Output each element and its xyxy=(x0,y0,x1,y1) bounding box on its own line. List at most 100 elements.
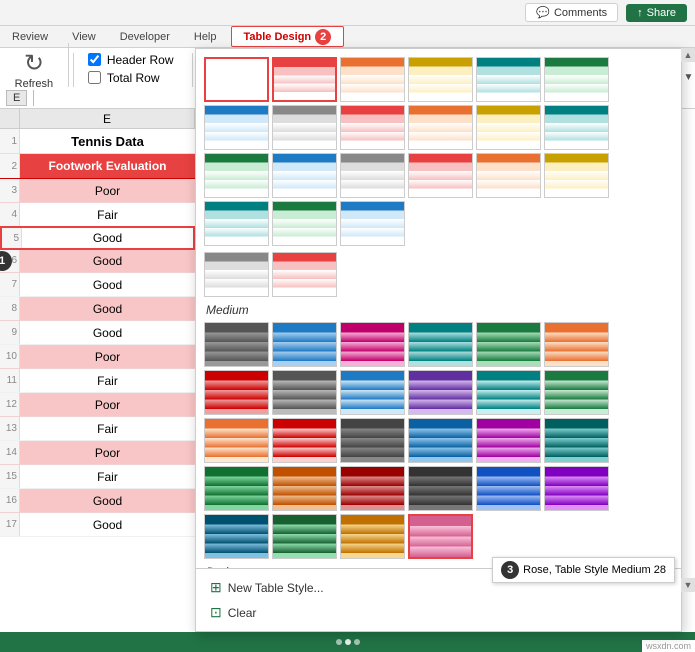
row-good-6-cell[interactable]: Good xyxy=(20,513,195,536)
style-thumb-med-red-3[interactable] xyxy=(340,466,405,511)
style-thumb-med-purple-2[interactable] xyxy=(408,370,473,415)
style-thumb-med-orange-3[interactable] xyxy=(272,466,337,511)
style-thumb-light-teal-2[interactable] xyxy=(544,105,609,150)
style-thumb-light-red-1[interactable] xyxy=(272,57,337,102)
data-row-good-selected[interactable]: 5 Good xyxy=(0,226,195,250)
style-thumb-med-orange-1[interactable] xyxy=(544,322,609,367)
row-good-badge-cell[interactable]: Good 1 xyxy=(20,249,195,272)
style-thumb-light-red-2[interactable] xyxy=(340,105,405,150)
style-thumb-med-blue-1[interactable] xyxy=(272,322,337,367)
style-thumb-light-blue-3[interactable] xyxy=(340,201,405,246)
style-thumb-med-teal-3[interactable] xyxy=(544,418,609,463)
style-thumb-light-blue-1[interactable] xyxy=(204,105,269,150)
chevron-down-icon: ▼ xyxy=(684,580,693,590)
status-bar xyxy=(0,632,695,652)
style-tooltip: 3 Rose, Table Style Medium 28 xyxy=(492,557,675,583)
style-thumb-light-yellow-2[interactable] xyxy=(476,105,541,150)
clear-action[interactable]: ⊡ Clear xyxy=(204,600,673,625)
header-row-checkbox-label[interactable]: Header Row xyxy=(88,53,182,67)
style-thumb-light-yellow-3[interactable] xyxy=(544,153,609,198)
share-button[interactable]: ↑ Share xyxy=(626,4,687,22)
scroll-up-arrow[interactable]: ▲ xyxy=(681,48,695,62)
style-thumb-med-blue-3[interactable] xyxy=(408,418,473,463)
comments-label: Comments xyxy=(554,7,607,19)
data-row-fair-3: 13 Fair xyxy=(0,417,195,441)
style-thumb-med-teal-4[interactable] xyxy=(204,514,269,559)
style-thumb-light-gray-3[interactable] xyxy=(340,153,405,198)
tennis-data-title: Tennis Data xyxy=(20,129,195,153)
style-thumb-med-green-4[interactable] xyxy=(272,514,337,559)
style-thumb-med-teal-2[interactable] xyxy=(476,370,541,415)
style-thumb-med-green-3[interactable] xyxy=(204,466,269,511)
style-thumb-rose-pink[interactable] xyxy=(408,514,473,559)
row-fair-3-cell[interactable]: Fair xyxy=(20,417,195,440)
style-thumb-light-yellow-1[interactable] xyxy=(408,57,473,102)
style-thumb-med-blue-2[interactable] xyxy=(340,370,405,415)
row-good-5-cell[interactable]: Good xyxy=(20,489,195,512)
comments-button[interactable]: 💬 Comments xyxy=(525,3,618,22)
style-thumb-light-green-3[interactable] xyxy=(272,201,337,246)
style-thumb-none[interactable] xyxy=(204,57,269,102)
row-fair-4-cell[interactable]: Fair xyxy=(20,465,195,488)
style-thumb-med-gray-2[interactable] xyxy=(272,370,337,415)
styles-scroll-area[interactable]: Medium xyxy=(196,49,681,568)
tab-developer[interactable]: Developer xyxy=(108,26,182,47)
data-row-poor-3: 12 Poor xyxy=(0,393,195,417)
row-fair-2-cell[interactable]: Fair xyxy=(20,369,195,392)
refresh-button[interactable]: ↻ Refresh xyxy=(15,52,54,90)
style-thumb-light-teal-3[interactable] xyxy=(204,201,269,246)
scroll-down-arrow[interactable]: ▼ xyxy=(681,578,695,592)
style-thumb-light-red-4[interactable] xyxy=(272,252,337,297)
style-thumb-med-magenta-1[interactable] xyxy=(340,322,405,367)
row-fair-1-cell[interactable]: Fair xyxy=(20,203,195,226)
style-thumb-med-gray-1[interactable] xyxy=(204,322,269,367)
title-row-wrapper: 1 Tennis Data xyxy=(0,129,195,154)
data-row-good-2: 7 Good xyxy=(0,273,195,297)
row-poor-3-cell[interactable]: Poor xyxy=(20,393,195,416)
style-thumb-med-blue-4[interactable] xyxy=(476,466,541,511)
row-num-header xyxy=(0,109,20,128)
style-thumb-med-purple-4[interactable] xyxy=(544,466,609,511)
style-thumb-med-orange-4[interactable] xyxy=(340,514,405,559)
style-thumb-light-teal-1[interactable] xyxy=(476,57,541,102)
clear-label: Clear xyxy=(228,606,257,620)
style-thumb-med-purple-3[interactable] xyxy=(476,418,541,463)
row-good-2-cell[interactable]: Good xyxy=(20,273,195,296)
style-thumb-med-gray-3[interactable] xyxy=(340,418,405,463)
style-thumb-med-green-1[interactable] xyxy=(476,322,541,367)
data-header-row-wrapper: 2 Footwork Evaluation xyxy=(0,154,195,179)
style-thumb-light-gray-4[interactable] xyxy=(204,252,269,297)
style-thumb-med-green-2[interactable] xyxy=(544,370,609,415)
comments-icon: 💬 xyxy=(536,6,550,19)
style-thumb-light-blue-2[interactable] xyxy=(272,153,337,198)
style-thumb-light-green-1[interactable] xyxy=(544,57,609,102)
style-thumb-med-teal-1[interactable] xyxy=(408,322,473,367)
row-good-selected-cell[interactable]: Good xyxy=(22,228,193,248)
row-poor-4-cell[interactable]: Poor xyxy=(20,441,195,464)
tab-table-design[interactable]: Table Design 2 xyxy=(231,26,345,47)
style-thumb-light-orange-1[interactable] xyxy=(340,57,405,102)
data-row-good-4: 9 Good xyxy=(0,321,195,345)
badge-3: 3 xyxy=(501,561,519,579)
style-thumb-med-gray-4[interactable] xyxy=(408,466,473,511)
row-good-4-cell[interactable]: Good xyxy=(20,321,195,344)
total-row-checkbox-label[interactable]: Total Row xyxy=(88,71,182,85)
header-row-checkbox[interactable] xyxy=(88,53,101,66)
style-thumb-light-red-3[interactable] xyxy=(408,153,473,198)
style-thumb-med-red-2[interactable] xyxy=(272,418,337,463)
style-thumb-light-orange-3[interactable] xyxy=(476,153,541,198)
tab-help[interactable]: Help xyxy=(182,26,229,47)
style-thumb-med-orange-2[interactable] xyxy=(204,418,269,463)
style-thumb-light-orange-2[interactable] xyxy=(408,105,473,150)
style-thumb-light-green-2[interactable] xyxy=(204,153,269,198)
style-thumb-med-red-1[interactable] xyxy=(204,370,269,415)
row-good-3-cell[interactable]: Good xyxy=(20,297,195,320)
total-row-checkbox[interactable] xyxy=(88,71,101,84)
table-styles-dropdown: Medium xyxy=(195,48,682,632)
style-thumb-light-gray-2[interactable] xyxy=(272,105,337,150)
cell-reference-box[interactable]: E xyxy=(6,90,27,106)
row-poor-1-cell[interactable]: Poor xyxy=(20,179,195,202)
formula-divider xyxy=(33,90,34,106)
row-poor-2-cell[interactable]: Poor xyxy=(20,345,195,368)
row-num-1: 1 xyxy=(0,129,20,153)
